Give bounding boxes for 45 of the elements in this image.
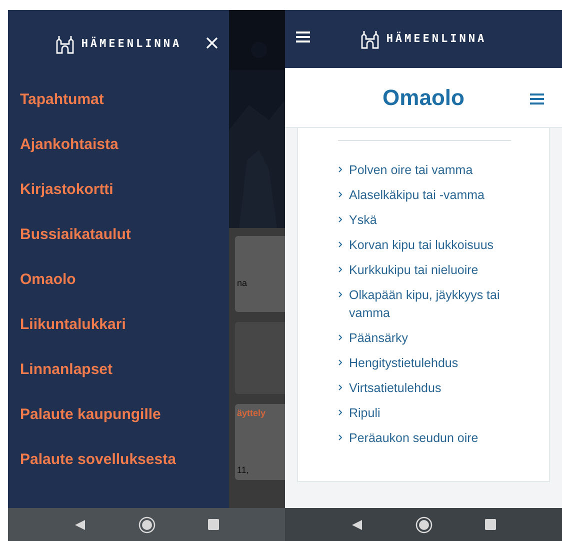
castle-icon bbox=[55, 34, 76, 54]
logo-text: HÄMEENLINNA bbox=[386, 30, 487, 47]
back-icon[interactable] bbox=[351, 518, 363, 530]
chevron-icon bbox=[338, 166, 343, 173]
chevron-icon bbox=[338, 334, 343, 341]
drawer-menu-item[interactable]: Ajankohtaista bbox=[8, 123, 229, 168]
chevron-icon bbox=[338, 359, 343, 366]
chevron-icon bbox=[338, 216, 343, 223]
card-text: na bbox=[237, 277, 248, 290]
chevron-icon bbox=[338, 434, 343, 441]
page-title: Omaolo bbox=[382, 84, 464, 112]
drawer-menu-item[interactable]: Bussiaikataulut bbox=[8, 213, 229, 258]
card-title: äyttely bbox=[237, 406, 267, 420]
chevron-icon bbox=[338, 191, 343, 198]
symptom-link[interactable]: Polven oire tai vamma bbox=[349, 161, 519, 179]
symptom-link[interactable]: Yskä bbox=[349, 211, 519, 229]
event-card bbox=[235, 322, 285, 394]
logo-text: HÄMEENLINNA bbox=[81, 36, 182, 52]
chevron-icon bbox=[338, 409, 343, 416]
home-icon[interactable] bbox=[415, 516, 433, 534]
castle-icon bbox=[360, 29, 380, 49]
symptom-link[interactable]: Virtsatietulehdus bbox=[349, 379, 519, 397]
drawer-menu-item[interactable]: Palaute kaupungille bbox=[8, 393, 229, 438]
home-icon[interactable] bbox=[138, 516, 156, 534]
symptom-link[interactable]: Korvan kipu tai lukkoisuus bbox=[349, 236, 519, 254]
drawer-menu-item[interactable]: Palaute sovelluksesta bbox=[8, 438, 229, 483]
drawer-menu-item[interactable]: Tapahtumat bbox=[8, 78, 229, 123]
symptom-link[interactable]: Kurkkukipu tai nieluoire bbox=[349, 261, 519, 279]
drawer-menu-item[interactable]: Liikuntalukkari bbox=[8, 303, 229, 348]
symptom-link[interactable]: Ripuli bbox=[349, 404, 519, 422]
card-text: 11, bbox=[237, 464, 250, 477]
symptom-link[interactable]: Olkapään kipu, jäykkyys tai vamma bbox=[349, 286, 519, 322]
chevron-icon bbox=[338, 266, 343, 273]
symptom-link[interactable]: Päänsärky bbox=[349, 329, 519, 347]
close-icon[interactable] bbox=[206, 37, 218, 49]
chevron-icon bbox=[338, 384, 343, 391]
symptom-link[interactable]: Peräaukon seudun oire bbox=[349, 429, 519, 447]
drawer-menu-item[interactable]: Omaolo bbox=[8, 258, 229, 303]
drawer-menu-item[interactable]: Linnanlapset bbox=[8, 348, 229, 393]
symptom-link[interactable]: Hengitystietulehdus bbox=[349, 354, 519, 372]
symptom-link[interactable]: Alaselkäkipu tai -vamma bbox=[349, 186, 519, 204]
chevron-icon bbox=[338, 291, 343, 298]
chevron-icon bbox=[338, 241, 343, 248]
back-icon[interactable] bbox=[74, 518, 86, 530]
drawer-menu-item[interactable]: Kirjastokortti bbox=[8, 168, 229, 213]
